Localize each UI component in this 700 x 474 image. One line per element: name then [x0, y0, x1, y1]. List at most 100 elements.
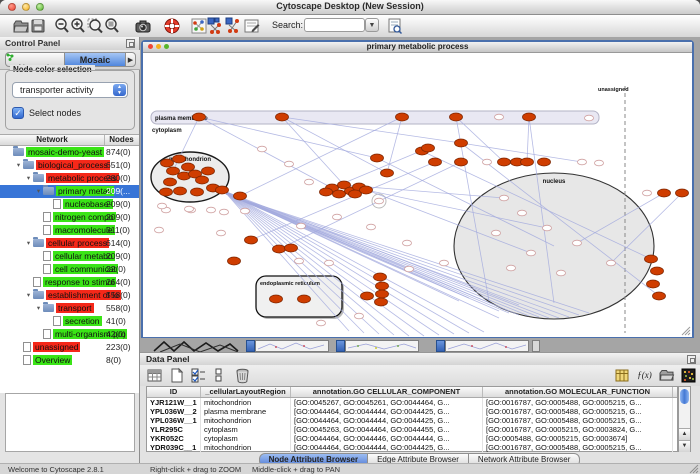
- zoom-selected-icon[interactable]: [86, 17, 104, 35]
- node-transporter[interactable]: [245, 236, 258, 244]
- edge[interactable]: [251, 162, 435, 240]
- node-unmatched[interactable]: [585, 115, 594, 121]
- node-unmatched[interactable]: [507, 265, 516, 271]
- edge[interactable]: [279, 162, 461, 249]
- tree-row[interactable]: secretion41(0): [0, 315, 139, 328]
- node-transporter[interactable]: [450, 113, 463, 121]
- node-transporter[interactable]: [160, 188, 173, 196]
- node-transporter[interactable]: [228, 257, 241, 265]
- node-transporter[interactable]: [429, 158, 442, 166]
- node-color-dropdown[interactable]: transporter activity ▲▼: [12, 82, 128, 98]
- unselect-attributes-icon[interactable]: [212, 367, 229, 384]
- delete-attribute-icon[interactable]: [234, 367, 251, 384]
- app-resize-grip[interactable]: [689, 464, 699, 474]
- minimized-window-stub[interactable]: [532, 340, 540, 352]
- tree-row[interactable]: Overview8(0): [0, 354, 139, 367]
- node-transporter[interactable]: [273, 245, 286, 253]
- float-panel-icon[interactable]: [126, 39, 135, 48]
- node-unmatched[interactable]: [543, 225, 552, 231]
- tree-expand-icon[interactable]: ▾: [34, 302, 43, 315]
- tree-row[interactable]: macromolecule311(0): [0, 224, 139, 237]
- help-lifesaver-icon[interactable]: [163, 17, 181, 35]
- minimized-window-icon[interactable]: [436, 340, 445, 352]
- tree-column-nodes[interactable]: Nodes: [104, 135, 139, 145]
- node-unmatched[interactable]: [305, 179, 314, 185]
- table-cell[interactable]: [GO:0005488, GO:0005215, GO:0003674]: [483, 434, 673, 443]
- tree-expand-icon[interactable]: ▾: [24, 172, 33, 185]
- node-unmatched[interactable]: [297, 223, 306, 229]
- tree-row[interactable]: nucleobase-209(0): [0, 198, 139, 211]
- table-cell[interactable]: YPL036W__1: [147, 416, 201, 425]
- table-cell[interactable]: [GO:0016787, GO:0005488, GO:0005215, G..…: [483, 407, 673, 416]
- table-cell[interactable]: [GO:0016787, GO:0005488, GO:0005215, G..…: [483, 443, 673, 452]
- table-row[interactable]: YLR295Ccytoplasm[GO:0045263, GO:0044464,…: [147, 425, 677, 434]
- table-cell[interactable]: YLR295C: [147, 425, 201, 434]
- node-transporter[interactable]: [523, 113, 536, 121]
- node-transporter[interactable]: [651, 267, 664, 275]
- table-column-header[interactable]: annotation.GO MOLECULAR_FUNCTION: [483, 387, 673, 397]
- node-transporter[interactable]: [645, 255, 658, 263]
- table-cell[interactable]: [GO:0045267, GO:0045261, GO:0044464, G..…: [291, 398, 483, 407]
- table-row[interactable]: YKR052Ccytoplasm[GO:0044464, GO:0044446,…: [147, 434, 677, 443]
- node-transporter[interactable]: [455, 139, 468, 147]
- node-transporter[interactable]: [161, 159, 174, 167]
- table-cell[interactable]: mitochondrion: [201, 443, 291, 452]
- birds-eye-view[interactable]: [5, 393, 135, 452]
- select-nodes-checkbox[interactable]: ✓: [12, 107, 24, 119]
- node-transporter[interactable]: [164, 178, 177, 186]
- layout-nodes-red-icon[interactable]: [225, 17, 241, 35]
- tree-row[interactable]: ▾metabolic process280(0): [0, 172, 139, 185]
- table-row[interactable]: YPL036W__2plasma membrane[GO:0044464, GO…: [147, 407, 677, 416]
- node-transporter[interactable]: [498, 158, 511, 166]
- tree-row[interactable]: multi-organism pro42(0): [0, 328, 139, 341]
- table-cell[interactable]: mitochondrion: [201, 416, 291, 425]
- node-transporter[interactable]: [167, 167, 180, 175]
- node-unmatched[interactable]: [258, 146, 267, 152]
- node-unmatched[interactable]: [317, 320, 326, 326]
- node-unmatched[interactable]: [185, 206, 194, 212]
- tree-row[interactable]: cellular metabo209(0): [0, 250, 139, 263]
- node-transporter[interactable]: [298, 295, 311, 303]
- node-unmatched[interactable]: [285, 161, 294, 167]
- table-cell[interactable]: [GO:0016787, GO:0005488, GO:0005215, G..…: [483, 416, 673, 425]
- node-unmatched[interactable]: [500, 195, 509, 201]
- inner-resize-grip[interactable]: [681, 326, 691, 336]
- node-transporter[interactable]: [658, 189, 671, 197]
- tree-row[interactable]: response to stimul264(0): [0, 276, 139, 289]
- edge[interactable]: [387, 117, 402, 173]
- tree-row[interactable]: unassigned223(0): [0, 341, 139, 354]
- tree-expand-icon[interactable]: ▾: [24, 237, 33, 250]
- node-transporter[interactable]: [538, 158, 551, 166]
- table-row[interactable]: YDR039C__1mitochondrion[GO:0044464, GO:0…: [147, 443, 677, 452]
- zoom-in-icon[interactable]: [69, 17, 87, 35]
- table-column-header[interactable]: ID: [147, 387, 201, 397]
- node-unmatched[interactable]: [325, 260, 334, 266]
- node-unmatched[interactable]: [220, 209, 229, 215]
- table-cell[interactable]: [GO:0016787, GO:0005215, GO:0003824, G..…: [483, 425, 673, 434]
- attribute-select-icon[interactable]: [146, 367, 163, 384]
- search-input[interactable]: [304, 18, 365, 32]
- table-row[interactable]: YPL036W__1mitochondrion[GO:0044464, GO:0…: [147, 416, 677, 425]
- node-transporter[interactable]: [173, 155, 186, 163]
- minimized-window-icon[interactable]: [336, 340, 345, 352]
- table-cell[interactable]: [GO:0044464, GO:0044446, GO:0044444, G..…: [291, 434, 483, 443]
- node-transporter[interactable]: [396, 113, 409, 121]
- node-unmatched[interactable]: [483, 159, 492, 165]
- node-transporter[interactable]: [360, 186, 373, 194]
- node-transporter[interactable]: [375, 298, 388, 306]
- node-transporter[interactable]: [196, 176, 209, 184]
- table-column-header[interactable]: annotation.GO CELLULAR_COMPONENT: [291, 387, 483, 397]
- table-cell[interactable]: plasma membrane: [201, 407, 291, 416]
- tree-expand-icon[interactable]: ▾: [34, 185, 43, 198]
- minimized-window-preview[interactable]: [445, 340, 529, 352]
- minimized-window-preview[interactable]: [345, 340, 419, 352]
- zoom-fit-icon[interactable]: [103, 17, 121, 35]
- edge[interactable]: [282, 117, 387, 173]
- table-cell[interactable]: [GO:0044464, GO:0044444, GO:0044425, G..…: [291, 416, 483, 425]
- node-transporter[interactable]: [191, 188, 204, 196]
- search-dropdown-icon[interactable]: ▼: [365, 18, 379, 32]
- node-transporter[interactable]: [371, 154, 384, 162]
- dropdown-stepper-icon[interactable]: ▲▼: [113, 84, 126, 96]
- tree-expand-icon[interactable]: ▾: [14, 159, 23, 172]
- table-scrollbar[interactable]: ▲ ▼: [678, 386, 691, 452]
